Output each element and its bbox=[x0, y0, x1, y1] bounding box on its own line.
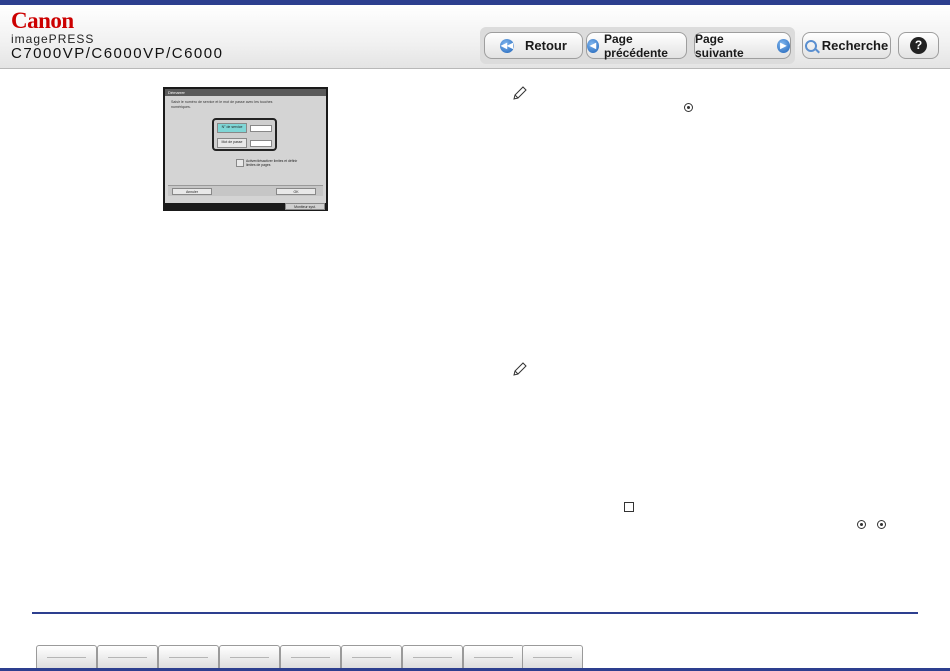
footer-tab[interactable] bbox=[522, 645, 583, 669]
footer-tab[interactable] bbox=[36, 645, 97, 669]
ok-key: OK bbox=[276, 188, 316, 195]
footer-divider bbox=[32, 612, 918, 614]
system-monitor-key: Moniteur syst. bbox=[285, 203, 325, 210]
help-icon: ? bbox=[910, 37, 927, 54]
circle-key-icon bbox=[684, 103, 693, 112]
previous-page-button[interactable]: ◀ Page précédente bbox=[586, 31, 687, 60]
limits-checkbox bbox=[236, 159, 244, 167]
service-id-key: N° de service bbox=[217, 123, 247, 133]
help-button[interactable]: ? bbox=[898, 32, 939, 59]
arrow-right-icon: ▶ bbox=[776, 38, 790, 53]
rewind-icon: ◀◀ bbox=[500, 38, 515, 53]
service-id-field bbox=[250, 125, 272, 132]
status-bar: Moniteur syst. bbox=[163, 203, 328, 211]
search-label: Recherche bbox=[821, 38, 889, 53]
footer-tab[interactable] bbox=[402, 645, 463, 669]
product-name: imagePRESS bbox=[11, 32, 95, 46]
pencil-icon bbox=[513, 86, 527, 100]
next-page-label: Page suivante bbox=[695, 31, 744, 60]
footer-tab[interactable] bbox=[158, 645, 219, 669]
square-key-icon bbox=[624, 502, 634, 512]
device-screen-image: Démarrer Saisir le numéro de service et … bbox=[163, 87, 328, 211]
limits-label: Activer/désactiver limites et définir li… bbox=[246, 159, 298, 167]
dialog-footer: Annuler OK bbox=[168, 185, 323, 196]
credentials-group: N° de service Mot de passe bbox=[212, 118, 277, 151]
footer-tab[interactable] bbox=[219, 645, 280, 669]
canon-logo: Canon bbox=[11, 8, 74, 33]
search-button[interactable]: Recherche bbox=[802, 32, 891, 59]
back-button[interactable]: ◀◀ Retour bbox=[484, 32, 583, 59]
footer-tab[interactable] bbox=[463, 645, 524, 669]
brand: Canon imagePRESS C7000VP/C6000VP/C6000 bbox=[11, 8, 224, 62]
password-field bbox=[250, 140, 272, 147]
dialog-message: Saisir le numéro de service et le mot de… bbox=[171, 100, 273, 109]
circle-key-icon bbox=[877, 520, 886, 529]
next-page-button[interactable]: Page suivante ▶ bbox=[694, 31, 791, 60]
footer-tab[interactable] bbox=[341, 645, 402, 669]
cancel-key: Annuler bbox=[172, 188, 212, 195]
footer-tab[interactable] bbox=[280, 645, 341, 669]
dialog-title: Démarrer bbox=[165, 89, 326, 96]
magnifier-icon bbox=[804, 39, 817, 52]
back-label: Retour bbox=[525, 38, 567, 53]
arrow-left-icon: ◀ bbox=[587, 38, 599, 53]
footer-tab[interactable] bbox=[97, 645, 158, 669]
login-dialog: Démarrer Saisir le numéro de service et … bbox=[165, 89, 326, 203]
pencil-icon bbox=[513, 362, 527, 376]
previous-page-label: Page précédente bbox=[603, 31, 668, 60]
password-key: Mot de passe bbox=[217, 138, 247, 148]
model-names: C7000VP/C6000VP/C6000 bbox=[11, 45, 224, 62]
circle-key-icon bbox=[857, 520, 866, 529]
